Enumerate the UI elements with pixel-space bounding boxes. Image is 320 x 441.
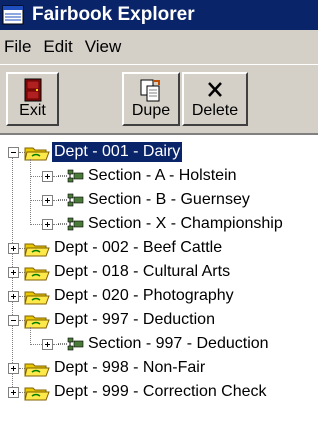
menu-edit[interactable]: Edit [37,37,78,57]
tree-section-item[interactable]: Section - B - Guernsey [86,190,252,210]
tree-section-item[interactable]: Section - 997 - Deduction [86,334,271,354]
expand-plus-icon[interactable] [42,339,53,350]
tree-child-connector [30,159,32,225]
duplicate-icon [140,79,160,102]
dept-folder-icon [24,360,50,383]
fairbook-tree-view[interactable]: Dept - 001 - Dairy Section - A - Holstein… [0,133,318,441]
expand-plus-icon[interactable] [8,387,19,398]
dupe-label: Dupe [131,102,171,119]
menu-file[interactable]: File [0,37,37,57]
section-node-icon [58,216,84,237]
exit-label: Exit [19,102,46,119]
dept-folder-icon [24,384,50,407]
delete-label: Delete [191,102,239,119]
tree-child-branch [30,176,42,178]
tree-dept-item[interactable]: Dept - 999 - Correction Check [52,382,269,402]
tree-child-branch [30,200,42,202]
tree-dept-item[interactable]: Dept - 998 - Non-Fair [52,358,207,378]
tree-dept-item[interactable]: Dept - 997 - Deduction [52,310,217,330]
section-node-icon [58,192,84,213]
collapse-minus-icon[interactable] [8,147,19,158]
dept-folder-icon [24,264,50,287]
exit-button[interactable]: Exit [6,72,59,126]
app-window-icon [2,5,24,25]
toolbar-divider [0,64,318,65]
dupe-button[interactable]: Dupe [122,72,180,126]
dept-folder-icon [24,240,50,263]
dept-folder-icon [24,144,50,167]
expand-plus-icon[interactable] [8,291,19,302]
tree-child-branch [30,224,42,226]
tree-dept-item[interactable]: Dept - 018 - Cultural Arts [52,262,232,282]
window-title: Fairbook Explorer [32,4,195,25]
tree-dept-item[interactable]: Dept - 002 - Beef Cattle [52,238,224,258]
tree-child-connector [30,327,32,345]
dept-folder-icon [24,288,50,311]
dept-folder-icon [24,312,50,335]
tree-section-item[interactable]: Section - X - Championship [86,214,285,234]
door-exit-icon [24,78,41,102]
tree-child-branch [30,344,42,346]
expand-plus-icon[interactable] [8,363,19,374]
expand-plus-icon[interactable] [42,171,53,182]
menu-view[interactable]: View [79,37,128,57]
delete-button[interactable]: Delete [182,72,248,126]
delete-x-icon [208,82,222,97]
tree-section-item[interactable]: Section - A - Holstein [86,166,239,186]
toolbar: Exit Dupe Delete [0,64,318,133]
expand-plus-icon[interactable] [42,195,53,206]
section-node-icon [58,336,84,357]
title-bar[interactable]: Fairbook Explorer [0,0,318,30]
expand-plus-icon[interactable] [8,243,19,254]
expand-plus-icon[interactable] [8,267,19,278]
tree-dept-item[interactable]: Dept - 001 - Dairy [50,141,184,163]
tree-dept-item[interactable]: Dept - 020 - Photography [52,286,236,306]
menu-bar: File Edit View [0,30,318,64]
collapse-minus-icon[interactable] [8,315,19,326]
section-node-icon [58,168,84,189]
expand-plus-icon[interactable] [42,219,53,230]
